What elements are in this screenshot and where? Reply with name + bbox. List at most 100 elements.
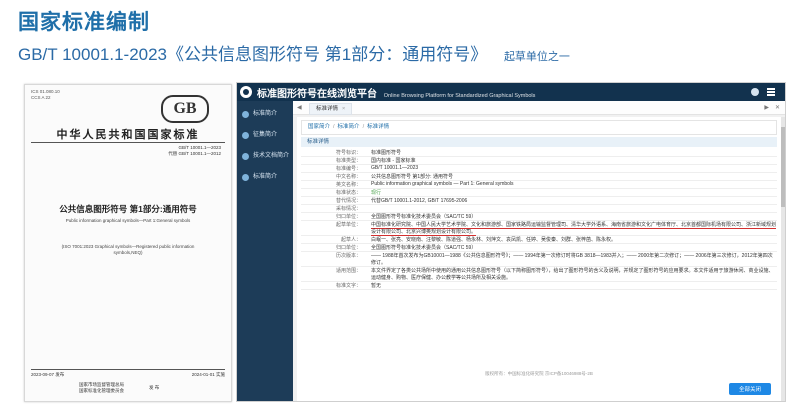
menu-icon[interactable] bbox=[767, 88, 775, 96]
detail-row: 符号标识： 标准图形符号 bbox=[301, 149, 777, 157]
detail-value: 本文件界定了各类公共场所中使用的通用公共信息图形符号（以下简称图形符号），给出了… bbox=[371, 268, 774, 281]
gb-logo: GB bbox=[161, 95, 209, 123]
detail-key: 归口单位： bbox=[335, 214, 361, 220]
detail-key: 标准状态： bbox=[335, 190, 361, 196]
detail-row: 中文名称： 公共信息图形符号 第1部分: 通用符号 bbox=[301, 173, 777, 181]
detail-value bbox=[367, 205, 777, 212]
publishers: 国家市场监督管理总局 国家标准化管理委员会 bbox=[79, 382, 124, 394]
sidebar-icon bbox=[242, 153, 249, 160]
iso-equivalence-note: (ISO 7001:2023 Graphical symbols—Registe… bbox=[61, 244, 195, 255]
publisher-2: 国家标准化管理委员会 bbox=[79, 388, 124, 393]
browser-screenshot: 标准图形符号在线浏览平台 Online Browsing Platform fo… bbox=[236, 82, 786, 402]
slide-title: 国家标准编制 bbox=[18, 11, 150, 34]
tab-scroll-right-icon[interactable]: ▶ bbox=[764, 104, 769, 111]
sidebar-item-standard-intro-2[interactable]: 标准简介 bbox=[237, 169, 293, 185]
implement-date: 2024-01-01 实施 bbox=[191, 372, 225, 377]
detail-row: 替代情况： 代替GB/T 10001.1-2012, GB/T 17695-200… bbox=[301, 197, 777, 205]
sidebar-icon bbox=[242, 174, 249, 181]
standard-number-block: GB/T 10001.1—2023 代替 GB/T 10001.1—2012 bbox=[168, 145, 221, 157]
detail-key: 起草人： bbox=[340, 237, 361, 243]
detail-key: 符号标识： bbox=[335, 150, 361, 156]
detail-value: 全国图形符号标准化技术委员会（SAC/TC 59） bbox=[371, 245, 477, 251]
tab-standard-detail[interactable]: 标准详情 × bbox=[309, 103, 353, 115]
document-title: 公共信息图形符号 第1部分:通用符号 bbox=[59, 204, 197, 214]
copyright-footer: 版权所有：中国标准化研究院 京ICP备10046988号-2B bbox=[485, 371, 593, 376]
scrollbar[interactable] bbox=[781, 117, 785, 401]
tab-bar: ◀ 标准详情 × ▶ ✕ bbox=[293, 101, 785, 115]
ics-codes: ICS 01.080.10 CCS A 22 bbox=[31, 89, 60, 101]
sidebar-item-collection-intro[interactable]: 征集简介 bbox=[237, 127, 293, 143]
detail-value: 标准图形符号 bbox=[371, 150, 402, 156]
breadcrumb-separator: / bbox=[333, 124, 335, 130]
detail-row: 归口单位： 全国图形符号标准化技术委员会（SAC/TC 59） bbox=[301, 244, 777, 252]
platform-logo-icon bbox=[240, 86, 252, 98]
sidebar: 标准简介 征集简介 技术文档简介 标准简介 bbox=[237, 101, 293, 401]
ccs-code: CCS A 22 bbox=[31, 95, 51, 100]
breadcrumb-item[interactable]: 国家简介 bbox=[308, 124, 330, 130]
document-title-english: Public information graphical symbols—Par… bbox=[65, 218, 191, 223]
detail-value: GB/T 10001.1—2023 bbox=[371, 165, 419, 171]
section-header: 标准详情 bbox=[301, 137, 777, 147]
drafting-unit-note: 起草单位之一 bbox=[503, 51, 570, 63]
detail-value: 全国图形符号标准化技术委员会（SAC/TC 59） bbox=[371, 214, 477, 220]
scrollbar-thumb[interactable] bbox=[781, 127, 785, 207]
divider bbox=[31, 142, 225, 143]
detail-row: 历次版本： —— 1988年首次发布为GB10001—1988《公共信息图形符号》… bbox=[301, 252, 777, 267]
detail-key: 归口单位： bbox=[335, 245, 361, 251]
divider bbox=[31, 369, 225, 370]
sidebar-icon bbox=[242, 132, 249, 139]
detail-key: 历次版本： bbox=[335, 253, 361, 259]
detail-key: 标准类型： bbox=[335, 158, 361, 164]
platform-title-en: Online Browsing Platform for Standardize… bbox=[383, 93, 536, 99]
detail-key: 替代情况： bbox=[335, 198, 361, 204]
detail-key: 英文名称： bbox=[335, 182, 361, 188]
close-all-button[interactable]: 全部关闭 bbox=[729, 383, 771, 395]
status-badge: 现行 bbox=[371, 190, 382, 196]
detail-row: 起草人： 白岷一、张亮、安晓南、汪黎敏、陈道强、杨永林、刘萍文、袁凤凯、任婷、吴俊… bbox=[301, 236, 777, 244]
sidebar-item-technical-docs[interactable]: 技术文档简介 bbox=[237, 148, 293, 164]
breadcrumb: 国家简介 / 标准简介 / 标准详情 bbox=[301, 120, 777, 135]
detail-key: 中文名称： bbox=[335, 174, 361, 180]
standard-title: GB/T 10001.1-2023《公共信息图形符号 第1部分：通用符号》 bbox=[18, 45, 488, 64]
detail-value: 代替GB/T 10001.1-2012, GB/T 17695-2006 bbox=[371, 198, 468, 204]
detail-key: 采标情况： bbox=[335, 206, 361, 212]
sidebar-item-label: 技术文档简介 bbox=[253, 153, 290, 159]
detail-value: 暂无 bbox=[371, 283, 382, 289]
close-icon[interactable]: × bbox=[342, 106, 345, 112]
detail-row: 标准类型： 国内标准 - 国家标准 bbox=[301, 157, 777, 165]
tab-close-all-icon[interactable]: ✕ bbox=[775, 104, 780, 111]
release-date: 2023-09-07 发布 bbox=[31, 372, 65, 377]
breadcrumb-item[interactable]: 标准简介 bbox=[338, 124, 360, 130]
sidebar-item-label: 标准简介 bbox=[253, 174, 278, 180]
detail-row: 标准编号： GB/T 10001.1—2023 bbox=[301, 165, 777, 173]
tab-label: 标准详情 bbox=[316, 106, 339, 112]
tab-scroll-left-icon[interactable]: ◀ bbox=[297, 104, 302, 111]
drafting-units: 中国标准化研究院、中国人民大学艺术学院、文化和旅游部、国家铁路局运输监督管理司、… bbox=[371, 222, 777, 236]
slide-subtitle: GB/T 10001.1-2023《公共信息图形符号 第1部分：通用符号》 起草… bbox=[18, 40, 570, 65]
platform-title-cn: 标准图形符号在线浏览平台 bbox=[257, 89, 377, 100]
detail-value: 中国标准化研究院、中国人民大学艺术学院、文化和旅游部、国家铁路局运输监督管理司、… bbox=[367, 221, 777, 236]
detail-row: 标准状态： 现行 bbox=[301, 189, 777, 197]
breadcrumb-separator: / bbox=[362, 124, 365, 130]
user-icon[interactable] bbox=[751, 88, 759, 96]
detail-row: 标准文字： 暂无 bbox=[301, 282, 777, 290]
detail-key: 起草单位： bbox=[335, 222, 361, 228]
detail-key: 适用范围： bbox=[335, 268, 361, 274]
detail-value: Public information graphical symbols — P… bbox=[371, 181, 514, 187]
app-header: 标准图形符号在线浏览平台 Online Browsing Platform fo… bbox=[237, 83, 785, 101]
detail-key: 标准文字： bbox=[335, 283, 361, 289]
breadcrumb-item: 标准详情 bbox=[367, 124, 390, 130]
platform-title: 标准图形符号在线浏览平台 Online Browsing Platform fo… bbox=[257, 85, 535, 100]
sidebar-item-standard-intro[interactable]: 标准简介 bbox=[237, 106, 293, 122]
detail-key: 标准编号： bbox=[335, 166, 361, 172]
detail-row: 采标情况： bbox=[301, 205, 777, 213]
publish-label: 发 布 bbox=[149, 385, 160, 390]
detail-table: 符号标识： 标准图形符号 标准类型： 国内标准 - 国家标准 标准编号： GB/T 1… bbox=[301, 149, 777, 290]
detail-row: 英文名称： Public information graphical symbol… bbox=[301, 181, 777, 189]
detail-value: 白岷一、张亮、安晓南、汪黎敏、陈道强、杨永林、刘萍文、袁凤凯、任婷、吴俊秦、刘群… bbox=[371, 237, 617, 243]
sidebar-icon bbox=[242, 111, 249, 118]
dates-row: 2023-09-07 发布 2024-01-01 实施 bbox=[31, 372, 225, 378]
national-standard-heading: 中华人民共和国国家标准 bbox=[56, 129, 200, 141]
main-content: 国家简介 / 标准简介 / 标准详情 标准详情 符号标识： 标准图形符号 标准类型： 国内标… bbox=[297, 117, 781, 401]
sidebar-item-label: 标准简介 bbox=[253, 111, 278, 117]
